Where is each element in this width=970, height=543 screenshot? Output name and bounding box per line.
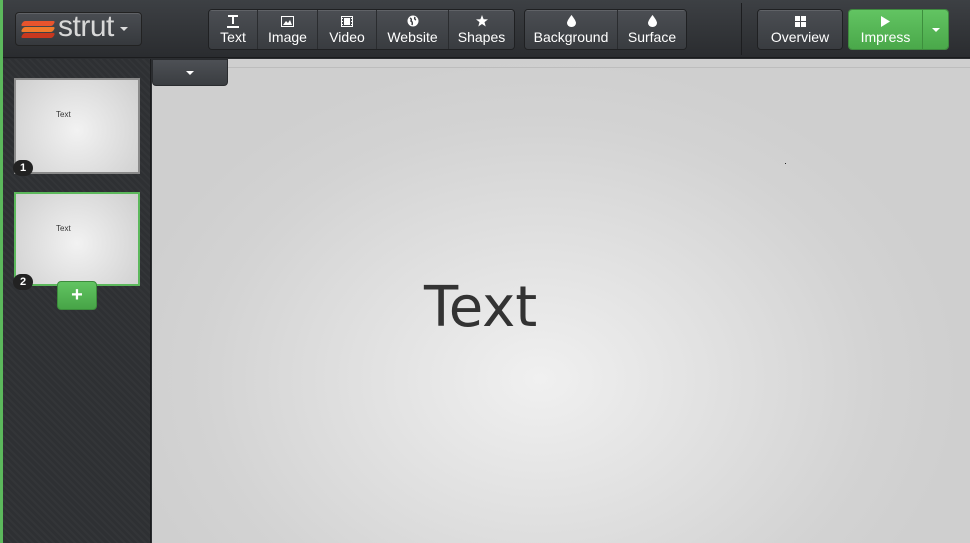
insert-shapes-button[interactable]: Shapes [449, 10, 514, 49]
canvas-dot [785, 163, 786, 164]
droplet-icon [647, 14, 657, 28]
logo-text: strut [58, 10, 114, 43]
chevron-down-icon [119, 27, 128, 31]
slide-thumbnail-2[interactable]: Text [14, 192, 140, 286]
impress-button[interactable]: Impress [849, 10, 923, 49]
impress-label: Impress [860, 29, 911, 45]
insert-website-label: Website [387, 29, 438, 45]
canvas-ruler-line [152, 67, 970, 68]
overview-button-group: Overview [757, 9, 843, 50]
impress-button-group: Impress [848, 9, 949, 50]
video-icon [341, 14, 353, 28]
chevron-down-icon [931, 27, 940, 32]
slide-thumbnail-1[interactable]: Text [14, 78, 140, 174]
background-label: Background [533, 29, 609, 45]
strut-logo-icon [20, 19, 56, 39]
add-slide-button[interactable]: + [57, 281, 97, 310]
plus-icon: + [71, 284, 83, 306]
background-button[interactable]: Background [525, 10, 618, 49]
style-button-group: Background Surface [524, 9, 687, 50]
play-icon [881, 14, 890, 28]
slide-number-badge: 2 [13, 274, 33, 290]
star-icon [475, 14, 488, 28]
slide-sidebar: Text 1 Text 2 + [3, 59, 151, 543]
slide-thumbnail-text: Text [56, 110, 71, 119]
droplet-icon [566, 14, 576, 28]
globe-icon [407, 14, 419, 28]
insert-button-group: Text Image Video Website Shapes [208, 9, 515, 50]
insert-text-label: Text [220, 29, 246, 45]
logo-menu-button[interactable]: strut [15, 12, 142, 46]
grid-icon [794, 14, 806, 28]
toolbar-divider [741, 3, 742, 55]
insert-text-button[interactable]: Text [209, 10, 258, 49]
surface-button[interactable]: Surface [618, 10, 686, 49]
insert-video-button[interactable]: Video [318, 10, 377, 49]
slide-thumbnail-text: Text [56, 224, 71, 233]
text-icon [227, 14, 239, 28]
insert-image-button[interactable]: Image [258, 10, 318, 49]
insert-image-label: Image [268, 29, 307, 45]
overview-button[interactable]: Overview [758, 10, 842, 49]
insert-shapes-label: Shapes [457, 29, 506, 45]
slide-number-badge: 1 [13, 160, 33, 176]
insert-website-button[interactable]: Website [377, 10, 449, 49]
slide-text-element[interactable]: Text [424, 275, 537, 340]
insert-video-label: Video [329, 29, 365, 45]
surface-label: Surface [627, 29, 677, 45]
canvas-options-dropdown[interactable] [152, 59, 228, 86]
slide-canvas[interactable]: Text [152, 59, 970, 543]
impress-dropdown-toggle[interactable] [923, 10, 948, 49]
image-icon [281, 14, 294, 28]
chevron-down-icon [186, 70, 194, 75]
overview-label: Overview [770, 29, 830, 45]
top-toolbar: strut Text Image Video Website Shapes Ba… [3, 0, 970, 58]
